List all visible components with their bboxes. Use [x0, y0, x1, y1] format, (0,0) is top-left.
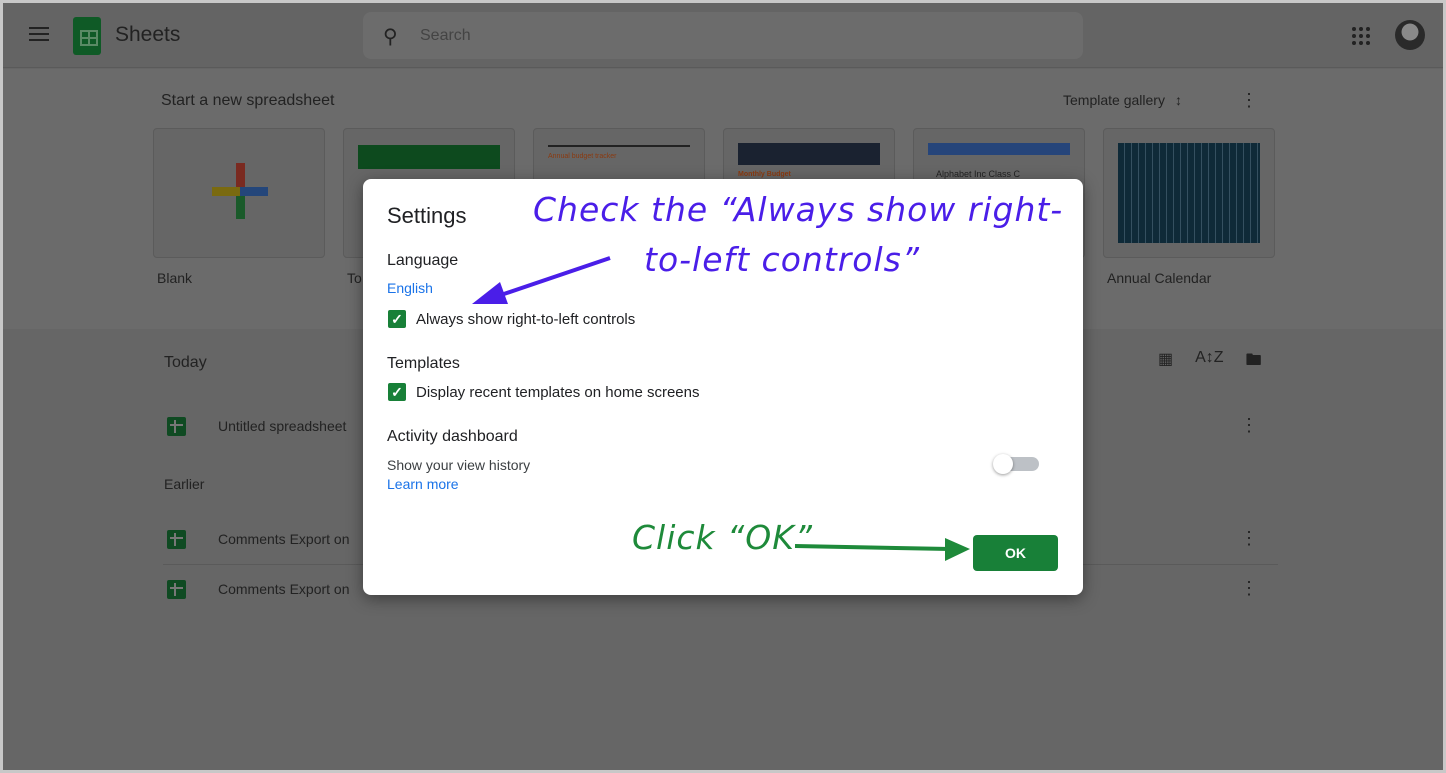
annotation-text: Check the “Always show right- [533, 190, 1064, 229]
annotation-text: to-left controls” [644, 240, 920, 279]
apps-grid-icon[interactable] [1352, 27, 1370, 45]
file-name: Comments Export on [218, 531, 350, 547]
more-vert-icon[interactable]: ⋮ [1240, 416, 1258, 434]
sheets-file-icon [167, 530, 186, 549]
view-history-toggle[interactable] [993, 454, 1041, 474]
more-vert-icon[interactable]: ⋮ [1240, 579, 1258, 597]
app-title: Sheets [115, 23, 181, 46]
template-label: Annual Calendar [1107, 270, 1212, 286]
today-heading: Today [164, 354, 207, 371]
section-title: Start a new spreadsheet [161, 92, 335, 109]
checkbox-checked-icon: ✓ [388, 383, 406, 401]
language-link[interactable]: English [387, 280, 433, 296]
templates-label: Display recent templates on home screens [416, 383, 700, 401]
more-vert-icon[interactable]: ⋮ [1240, 91, 1258, 109]
template-card-blank[interactable] [153, 128, 325, 258]
checkbox-checked-icon: ✓ [388, 310, 406, 328]
sort-az-icon[interactable]: A↕Z [1195, 349, 1223, 376]
rtl-checkbox[interactable]: ✓ Always show right-to-left controls [388, 310, 635, 328]
template-label: Blank [157, 270, 193, 286]
templates-checkbox[interactable]: ✓ Display recent templates on home screen… [388, 383, 699, 401]
template-gallery-button[interactable]: Template gallery ↕ [1063, 92, 1182, 108]
grid-view-icon[interactable]: ▦ [1158, 349, 1173, 376]
template-thumb-title: Monthly Budget [738, 171, 791, 178]
dialog-title: Settings [387, 203, 467, 228]
earlier-heading: Earlier [164, 476, 205, 492]
annotation-text: Click “OK” [632, 518, 813, 557]
language-heading: Language [387, 252, 459, 269]
search-placeholder: Search [420, 27, 471, 44]
unfold-icon: ↕ [1174, 92, 1182, 108]
file-name: Untitled spreadsheet [218, 418, 347, 434]
rtl-label: Always show right-to-left controls [416, 310, 636, 328]
sheets-file-icon [167, 580, 186, 599]
more-vert-icon[interactable]: ⋮ [1240, 529, 1258, 547]
avatar[interactable] [1395, 20, 1425, 50]
search-input[interactable]: ⚲ Search [363, 12, 1083, 59]
template-gallery-label: Template gallery [1063, 92, 1165, 108]
sheets-logo-icon[interactable] [73, 17, 101, 55]
sheets-file-icon [167, 417, 186, 436]
learn-more-link[interactable]: Learn more [387, 476, 459, 492]
template-thumb-title: Annual budget tracker [548, 153, 617, 160]
search-icon: ⚲ [383, 26, 398, 48]
plus-icon [212, 163, 268, 219]
template-thumb-title: Alphabet Inc Class C [936, 169, 1021, 179]
activity-heading: Activity dashboard [387, 428, 518, 445]
template-card-calendar[interactable] [1103, 128, 1275, 258]
view-options: ▦ A↕Z 🖿 [1158, 349, 1262, 376]
templates-heading: Templates [387, 355, 460, 372]
top-bar: Sheets ⚲ Search [3, 3, 1443, 68]
file-name: Comments Export on [218, 581, 350, 597]
main-menu-icon[interactable] [29, 27, 49, 45]
ok-button[interactable]: OK [973, 535, 1058, 571]
folder-icon[interactable]: 🖿 [1246, 349, 1262, 376]
activity-description: Show your view history [387, 457, 531, 473]
